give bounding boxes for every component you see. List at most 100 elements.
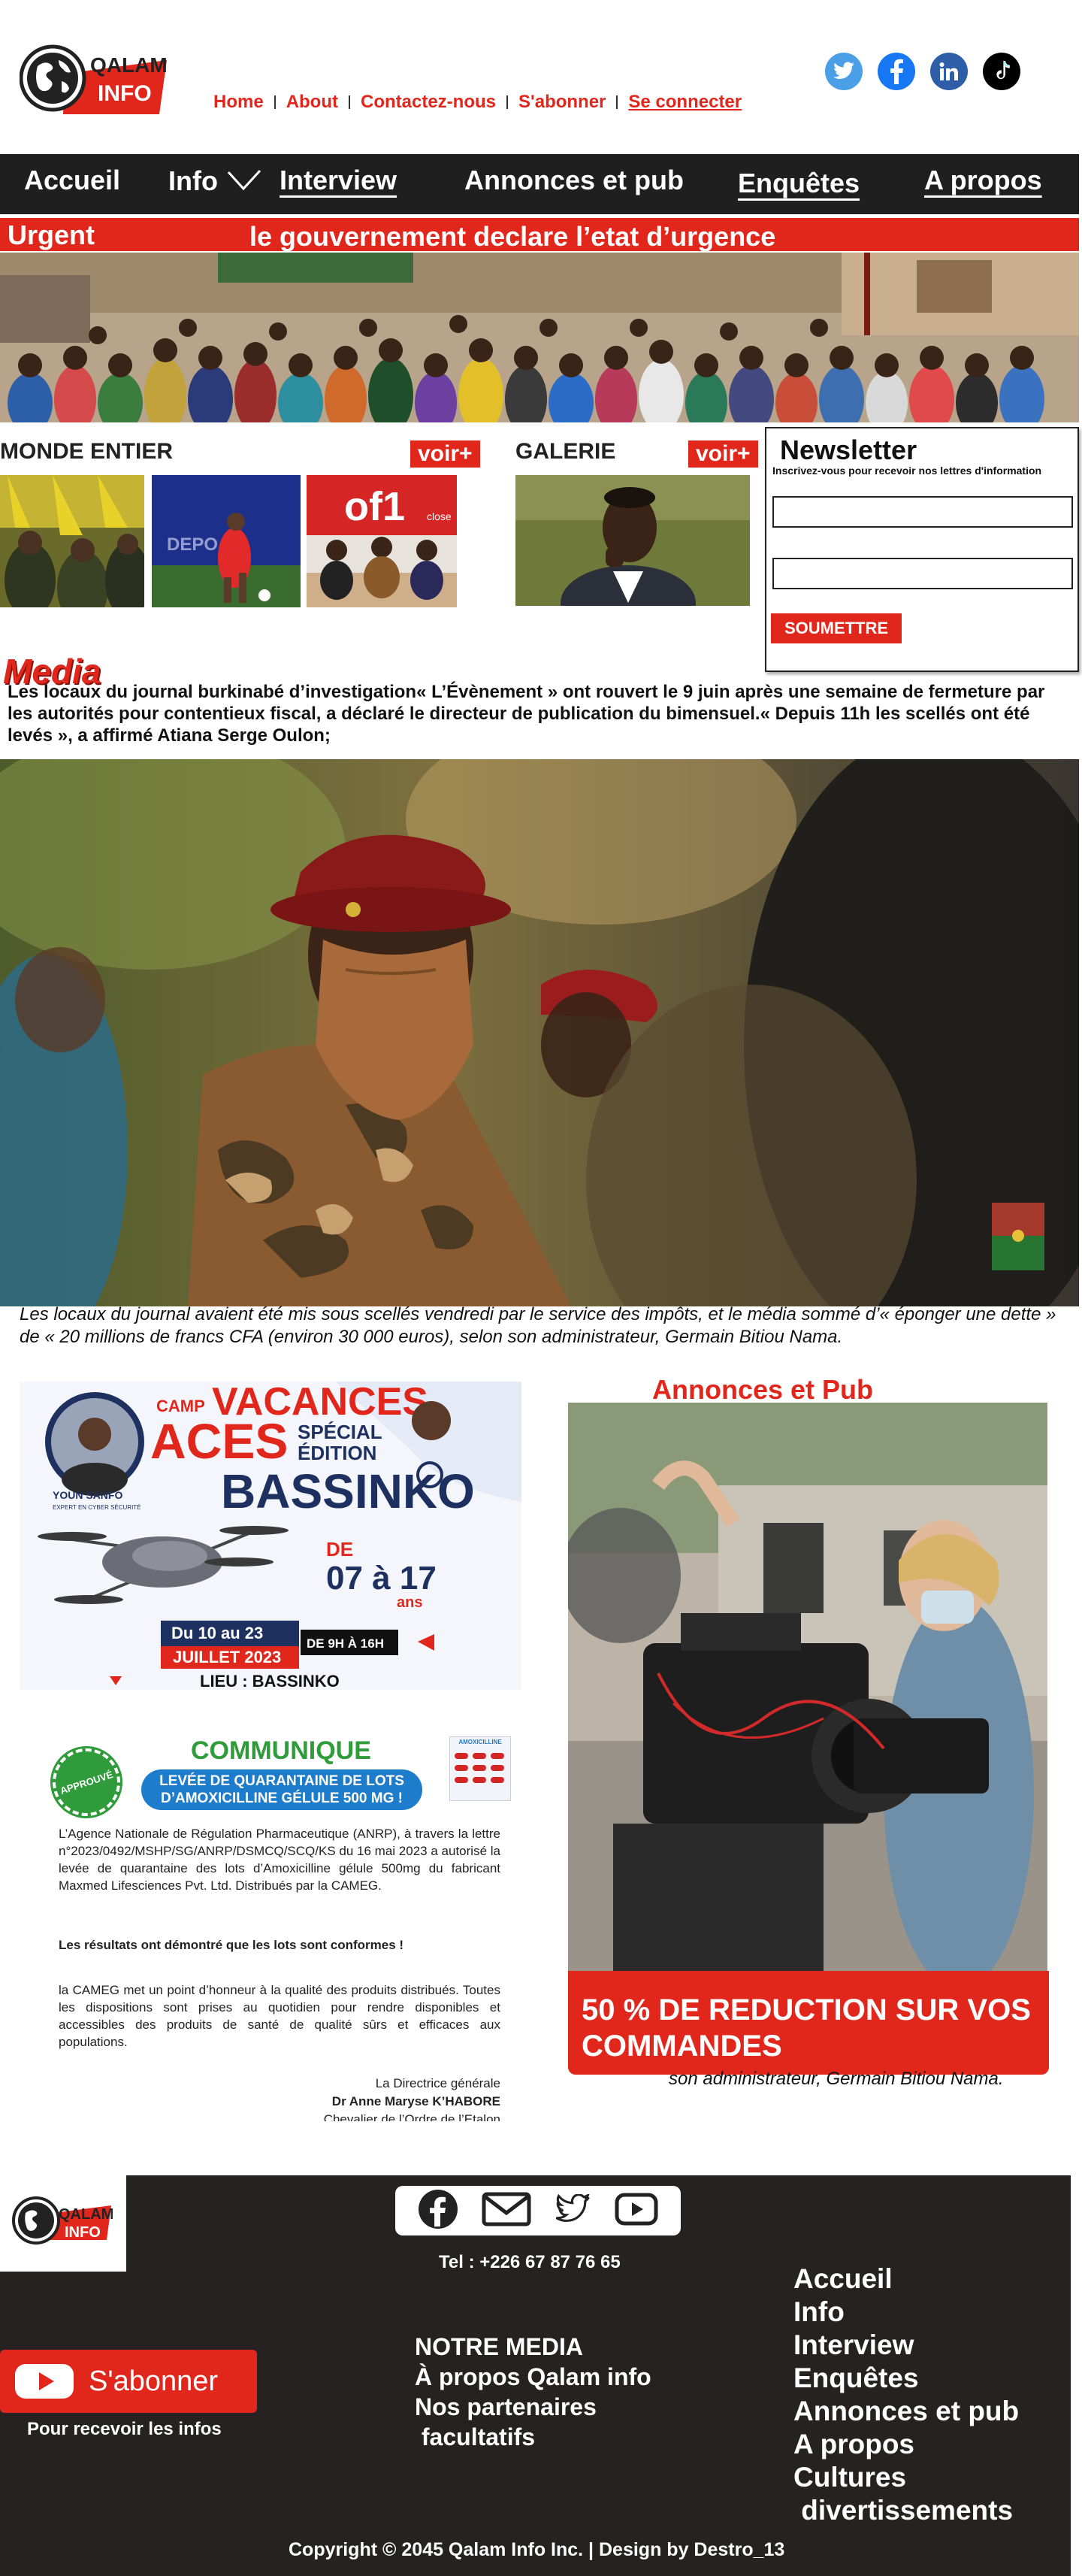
urgent-headline: le gouvernement declare l’etat d’urgence [249, 221, 776, 252]
newsletter-name-input[interactable] [772, 496, 1073, 528]
communique-banner: LEVÉE DE QUARANTAINE DE LOTS D’AMOXICILL… [141, 1769, 422, 1810]
media-lead-text: Les locaux du journal burkinabé d’invest… [8, 682, 1045, 746]
svg-text:DEPO: DEPO [167, 534, 218, 555]
banner-line-2: D’AMOXICILLINE GÉLULE 500 MG ! [161, 1790, 403, 1806]
link-contact[interactable]: Contactez-nous [361, 92, 496, 113]
footer-nav-cultures[interactable]: Cultures [793, 2461, 1019, 2494]
nav-annonces[interactable]: Annonces et pub [464, 165, 684, 196]
monde-thumb-2[interactable]: DEPO [152, 475, 301, 607]
nav-info[interactable]: Info [168, 165, 263, 197]
monde-thumb-3[interactable]: of1 close [307, 475, 457, 607]
communique-p1: L’Agence Nationale de Régulation Pharmac… [59, 1827, 500, 1893]
communique-p3: la CAMEG met un point d’honneur à la qua… [59, 1983, 500, 2049]
youtube-icon [15, 2364, 74, 2399]
site-logo[interactable]: QALAM INFO [19, 44, 168, 116]
monde-more-button[interactable]: voir+ [410, 440, 480, 468]
nav-interview[interactable]: Interview [280, 165, 397, 196]
nav-info-label: Info [168, 165, 218, 196]
footer-nav-accueil[interactable]: Accueil [793, 2263, 1019, 2296]
divider [616, 95, 618, 109]
footer-nav-apropos[interactable]: A propos [793, 2428, 1019, 2461]
poster-ages: 07 à 17 [326, 1560, 437, 1597]
link-about[interactable]: About [286, 92, 338, 113]
promo-banner[interactable]: 50 % DE REDUCTION SUR VOS COMMANDES [568, 1971, 1049, 2075]
poster-lieu: LIEU : BASSINKO [200, 1672, 340, 1690]
footer-nav-annonces[interactable]: Annonces et pub [793, 2395, 1019, 2428]
footer-subscribe-button[interactable]: S'abonner [0, 2350, 257, 2413]
ad-caption: son administrateur, Germain Bitiou Nama. [669, 2069, 1004, 2089]
facebook-icon[interactable] [878, 53, 915, 90]
top-links: Home About Contactez-nous S'abonner Se c… [213, 92, 742, 113]
communique-poster[interactable]: APPROUVÉ COMMUNIQUE LEVÉE DE QUARANTAINE… [20, 1726, 521, 2121]
newsletter-email-input[interactable] [772, 558, 1073, 589]
footer-nav-divertissements[interactable]: divertissements [793, 2494, 1019, 2527]
medicine-box-label: AMOXICILLINE [458, 1739, 502, 1745]
communique-sign-name: Dr Anne Maryse K’HABORE [331, 2094, 500, 2108]
communique-sign-role: La Directrice générale [375, 2076, 500, 2090]
newsletter-box: Newsletter Inscrivez-vous pour recevoir … [765, 427, 1079, 672]
newsletter-subtitle: Inscrivez-vous pour recevoir nos lettres… [772, 465, 1042, 477]
nav-accueil[interactable]: Accueil [24, 165, 120, 196]
svg-text:of1: of1 [344, 484, 405, 529]
poster-person-title: EXPERT EN CYBER SÉCURITÉ [53, 1504, 141, 1511]
tiktok-icon[interactable] [983, 53, 1020, 90]
newsletter-title: Newsletter [780, 434, 917, 465]
social-links [825, 53, 1020, 90]
facebook-icon[interactable] [418, 2189, 458, 2233]
urgent-label: Urgent [8, 219, 95, 250]
galerie-thumb[interactable] [515, 475, 750, 606]
footer-link-about[interactable]: À propos Qalam info [415, 2362, 651, 2392]
main-nav: Accueil Info Interview Annonces et pub E… [0, 154, 1079, 214]
newsletter-submit-button[interactable]: SOUMETTRE [771, 613, 902, 643]
nav-apropos[interactable]: A propos [924, 165, 1042, 196]
poster-dates-2: JUILLET 2023 [173, 1648, 281, 1666]
approved-stamp: APPROUVÉ [44, 1739, 129, 1825]
media-caption: Les locaux du journal avaient été mis so… [20, 1304, 1056, 1347]
media-main-image[interactable] [0, 759, 1079, 1306]
poster-hours: DE 9H À 16H [307, 1636, 384, 1651]
poster-person-name: YOUN SANFO [53, 1489, 122, 1501]
chevron-down-icon [227, 169, 261, 191]
poster-special: SPÉCIAL [298, 1421, 382, 1443]
footer-media-links: NOTRE MEDIA À propos Qalam info Nos part… [415, 2332, 651, 2452]
divider [274, 95, 276, 109]
mail-icon[interactable] [482, 2192, 531, 2230]
link-subscribe[interactable]: S'abonner [518, 92, 606, 113]
footer-copyright: Copyright © 2045 Qalam Info Inc. | Desig… [289, 2539, 785, 2560]
urgent-bar[interactable]: Urgent le gouvernement declare l’etat d’… [0, 218, 1079, 252]
galerie-more-button[interactable]: voir+ [688, 440, 758, 468]
svg-text:close: close [427, 510, 452, 522]
footer-link-partners[interactable]: Nos partenaires [415, 2392, 651, 2422]
youtube-icon[interactable] [615, 2193, 658, 2229]
twitter-icon[interactable] [825, 53, 863, 90]
communique-p2: Les résultats ont démontré que les lots … [59, 1938, 404, 1952]
footer-link-optional[interactable]: facultatifs [415, 2422, 651, 2452]
hero-image[interactable] [0, 253, 1079, 422]
banner-line-1: LEVÉE DE QUARANTAINE DE LOTS [159, 1773, 404, 1789]
link-home[interactable]: Home [213, 92, 264, 113]
ad-photo[interactable] [568, 1403, 1047, 1974]
poster-dates-1: Du 10 au 23 [171, 1624, 263, 1642]
section-title-monde: MONDE ENTIER [0, 439, 174, 464]
communique-sign-extra: Chevalier de l’Ordre de l’Etalon [323, 2112, 500, 2121]
footer-subscribe-note: Pour recevoir les infos [27, 2419, 222, 2439]
camp-vacances-poster[interactable]: YOUN SANFO EXPERT EN CYBER SÉCURITÉ CAMP… [20, 1382, 521, 1690]
footer-logo-top: QALAM [59, 2206, 113, 2223]
poster-ans: ans [397, 1594, 422, 1611]
footer-nav-enquetes[interactable]: Enquêtes [793, 2362, 1019, 2395]
link-login[interactable]: Se connecter [628, 92, 742, 113]
medicine-box: AMOXICILLINE [449, 1736, 511, 1801]
footer-nav-interview[interactable]: Interview [793, 2329, 1019, 2362]
poster-de: DE [326, 1538, 353, 1560]
footer-logo[interactable]: QALAM INFO [0, 2175, 126, 2272]
communique-title: COMMUNIQUE [191, 1736, 371, 1765]
footer-nav-info[interactable]: Info [793, 2296, 1019, 2329]
nav-enquetes[interactable]: Enquêtes [738, 168, 860, 199]
footer-social-icons [395, 2186, 681, 2235]
monde-thumb-1[interactable] [0, 475, 144, 607]
twitter-icon[interactable] [554, 2192, 591, 2228]
linkedin-icon[interactable] [930, 53, 968, 90]
logo-text-top: QALAM [90, 53, 167, 77]
poster-bassinko: BASSINKO [221, 1464, 475, 1518]
footer-subscribe-label: S'abonner [89, 2365, 219, 2397]
